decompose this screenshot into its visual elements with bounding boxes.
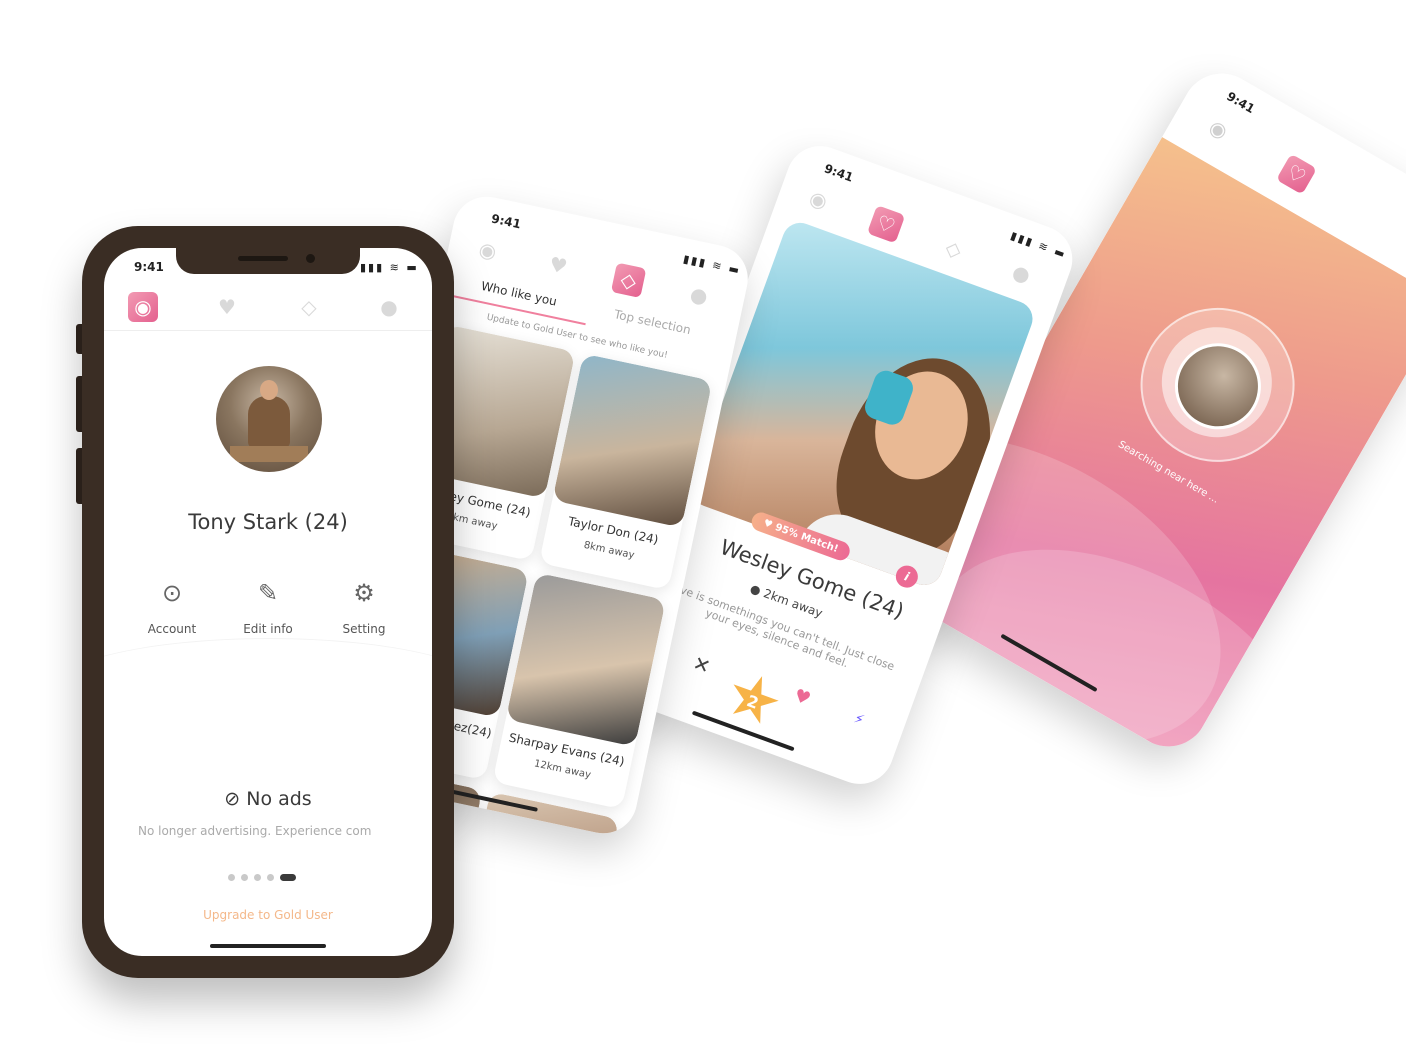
side-button — [76, 324, 82, 354]
account-icon: ⊙ — [161, 579, 183, 607]
card-photo — [505, 572, 666, 747]
carousel-dot-active[interactable] — [280, 874, 296, 881]
location-pin-icon: ● — [748, 581, 763, 598]
nav-divider — [104, 330, 432, 331]
camera — [306, 254, 315, 263]
profile-icon[interactable]: ◉ — [470, 233, 506, 269]
heart-icon[interactable]: ♥ — [212, 292, 242, 322]
upgrade-link[interactable]: Upgrade to Gold User — [104, 908, 432, 922]
avatar[interactable] — [216, 366, 322, 472]
status-icons: ▮▮▮ ≋ ▬ — [681, 252, 743, 278]
section-curve — [104, 638, 432, 749]
volume-down-button — [76, 448, 82, 504]
carousel-dot[interactable] — [228, 874, 235, 881]
setting-button[interactable]: ⚙ Setting — [324, 578, 404, 636]
avatar-body — [248, 396, 290, 448]
home-indicator[interactable] — [210, 944, 326, 948]
edit-info-label: Edit info — [243, 622, 293, 636]
no-ads-title: ⊘ No ads — [224, 788, 312, 810]
diamond-icon[interactable]: ◇ — [935, 230, 973, 268]
carousel-dot[interactable] — [267, 874, 274, 881]
close-icon[interactable]: ✕ — [690, 651, 714, 679]
chat-icon[interactable]: ● — [374, 292, 404, 322]
setting-label: Setting — [342, 622, 386, 636]
account-label: Account — [147, 622, 197, 636]
carousel-dot[interactable] — [254, 874, 261, 881]
no-ads-subtitle: No longer advertising. Experience com — [138, 824, 372, 838]
phone-account-device: 9:41 ▮▮▮ ≋ ▬ ◉ ♥ ◇ ● Tony Stark (24) ⊙ A… — [76, 226, 454, 978]
profile-icon[interactable]: ◉ — [799, 180, 837, 218]
heart-icon[interactable]: ♥ — [540, 247, 576, 283]
avatar-head — [260, 380, 278, 400]
boost-icon[interactable]: ⚡ — [852, 711, 867, 729]
diamond-icon[interactable]: ◇ — [294, 292, 324, 322]
carousel-dot[interactable] — [241, 874, 248, 881]
status-time: 9:41 — [822, 161, 856, 185]
diamond-icon[interactable]: ◇ — [610, 262, 647, 299]
speaker — [238, 256, 288, 261]
like-heart-icon[interactable]: ♥ — [791, 685, 813, 710]
pencil-icon: ✎ — [257, 579, 279, 607]
heart-icon[interactable]: ♡ — [866, 205, 906, 244]
profile-icon[interactable]: ◉ — [128, 292, 158, 322]
phone-account-screen: 9:41 ▮▮▮ ≋ ▬ ◉ ♥ ◇ ● Tony Stark (24) ⊙ A… — [104, 248, 432, 956]
volume-up-button — [76, 376, 82, 432]
status-time: 9:41 — [134, 260, 164, 274]
tab-top-selection[interactable]: Top selection — [613, 307, 692, 337]
gear-icon: ⚙ — [353, 579, 375, 607]
card-photo — [552, 353, 713, 528]
notch — [176, 248, 360, 274]
account-button[interactable]: ⊙ Account — [132, 578, 212, 636]
chat-icon[interactable]: ● — [681, 277, 717, 313]
edit-info-button[interactable]: ✎ Edit info — [228, 578, 308, 636]
avatar-bench — [230, 446, 308, 462]
carousel-dots[interactable] — [228, 874, 296, 881]
super-like-star-button[interactable]: 2 — [722, 668, 786, 732]
status-time: 9:41 — [490, 211, 523, 232]
home-indicator[interactable] — [691, 710, 795, 752]
status-icons: ▮▮▮ ≋ ▬ — [360, 261, 419, 274]
user-name: Tony Stark (24) — [188, 510, 348, 534]
chat-icon[interactable]: ● — [1002, 254, 1040, 292]
